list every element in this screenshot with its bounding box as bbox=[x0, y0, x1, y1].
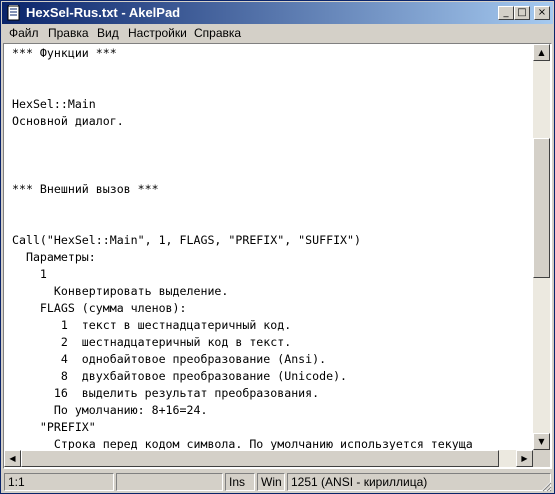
close-button[interactable]: × bbox=[534, 6, 550, 20]
text-line: *** Функции *** bbox=[12, 46, 117, 60]
text-line: Строка перед кодом символа. По умолчанию… bbox=[12, 437, 473, 450]
text-line: По умолчанию: 8+16=24. bbox=[12, 403, 208, 417]
text-line: 2 шестнадцатеричный код в текст. bbox=[12, 335, 292, 349]
text-line: Основной диалог. bbox=[12, 114, 124, 128]
text-editor[interactable]: *** Функции ***HexSel::MainОсновной диал… bbox=[4, 44, 533, 450]
menu-help[interactable]: Справка bbox=[194, 26, 241, 40]
status-newline-format[interactable]: Win bbox=[257, 473, 285, 491]
minimize-button[interactable]: _ bbox=[498, 6, 514, 20]
menu-settings[interactable]: Настройки bbox=[128, 26, 187, 40]
text-line: 8 двухбайтовое преобразование (Unicode). bbox=[12, 369, 348, 383]
maximize-button[interactable]: □ bbox=[514, 6, 530, 20]
app-window: HexSel-Rus.txt - AkelPad _ □ × Файл Прав… bbox=[0, 0, 555, 494]
status-insert-mode[interactable]: Ins bbox=[225, 473, 255, 491]
menu-bar: Файл Правка Вид Настройки Справка bbox=[2, 24, 553, 43]
text-line: 16 выделить результат преобразования. bbox=[12, 386, 320, 400]
text-line: Call("HexSel::Main", 1, FLAGS, "PREFIX",… bbox=[12, 233, 362, 247]
scrollbar-corner bbox=[533, 450, 550, 467]
menu-edit[interactable]: Правка bbox=[48, 26, 89, 40]
resize-grip-icon[interactable] bbox=[540, 480, 552, 492]
scroll-right-button[interactable]: ▶ bbox=[516, 450, 533, 467]
horizontal-scroll-thumb[interactable] bbox=[21, 450, 499, 467]
scroll-up-button[interactable]: ▲ bbox=[533, 44, 550, 61]
notepad-icon bbox=[7, 5, 20, 21]
editor-frame: *** Функции ***HexSel::MainОсновной диал… bbox=[3, 43, 552, 469]
menu-file[interactable]: Файл bbox=[9, 26, 39, 40]
window-title: HexSel-Rus.txt - AkelPad bbox=[26, 5, 181, 20]
text-line: Параметры: bbox=[12, 250, 96, 264]
text-line: "PREFIX" bbox=[12, 420, 96, 434]
text-line: 1 bbox=[12, 267, 47, 281]
text-line: HexSel::Main bbox=[12, 97, 96, 111]
text-line: 1 текст в шестнадцатеричный код. bbox=[12, 318, 292, 332]
scroll-left-button[interactable]: ◀ bbox=[4, 450, 21, 467]
status-modified bbox=[116, 473, 223, 491]
scroll-down-button[interactable]: ▼ bbox=[533, 433, 550, 450]
horizontal-scrollbar[interactable]: ◀ ▶ bbox=[4, 450, 533, 467]
status-encoding[interactable]: 1251 (ANSI - кириллица) bbox=[287, 473, 551, 491]
title-bar[interactable]: HexSel-Rus.txt - AkelPad _ □ × bbox=[2, 2, 553, 24]
menu-view[interactable]: Вид bbox=[97, 26, 119, 40]
text-line: Конвертировать выделение. bbox=[12, 284, 229, 298]
status-cursor-position: 1:1 bbox=[4, 473, 114, 491]
vertical-scrollbar[interactable]: ▲ ▼ bbox=[533, 44, 550, 450]
status-bar: 1:1 Ins Win 1251 (ANSI - кириллица) bbox=[2, 471, 553, 493]
text-line: *** Внешний вызов *** bbox=[12, 182, 159, 196]
text-line: FLAGS (сумма членов): bbox=[12, 301, 187, 315]
vertical-scroll-thumb[interactable] bbox=[533, 138, 550, 278]
text-line: 4 однобайтовое преобразование (Ansi). bbox=[12, 352, 327, 366]
